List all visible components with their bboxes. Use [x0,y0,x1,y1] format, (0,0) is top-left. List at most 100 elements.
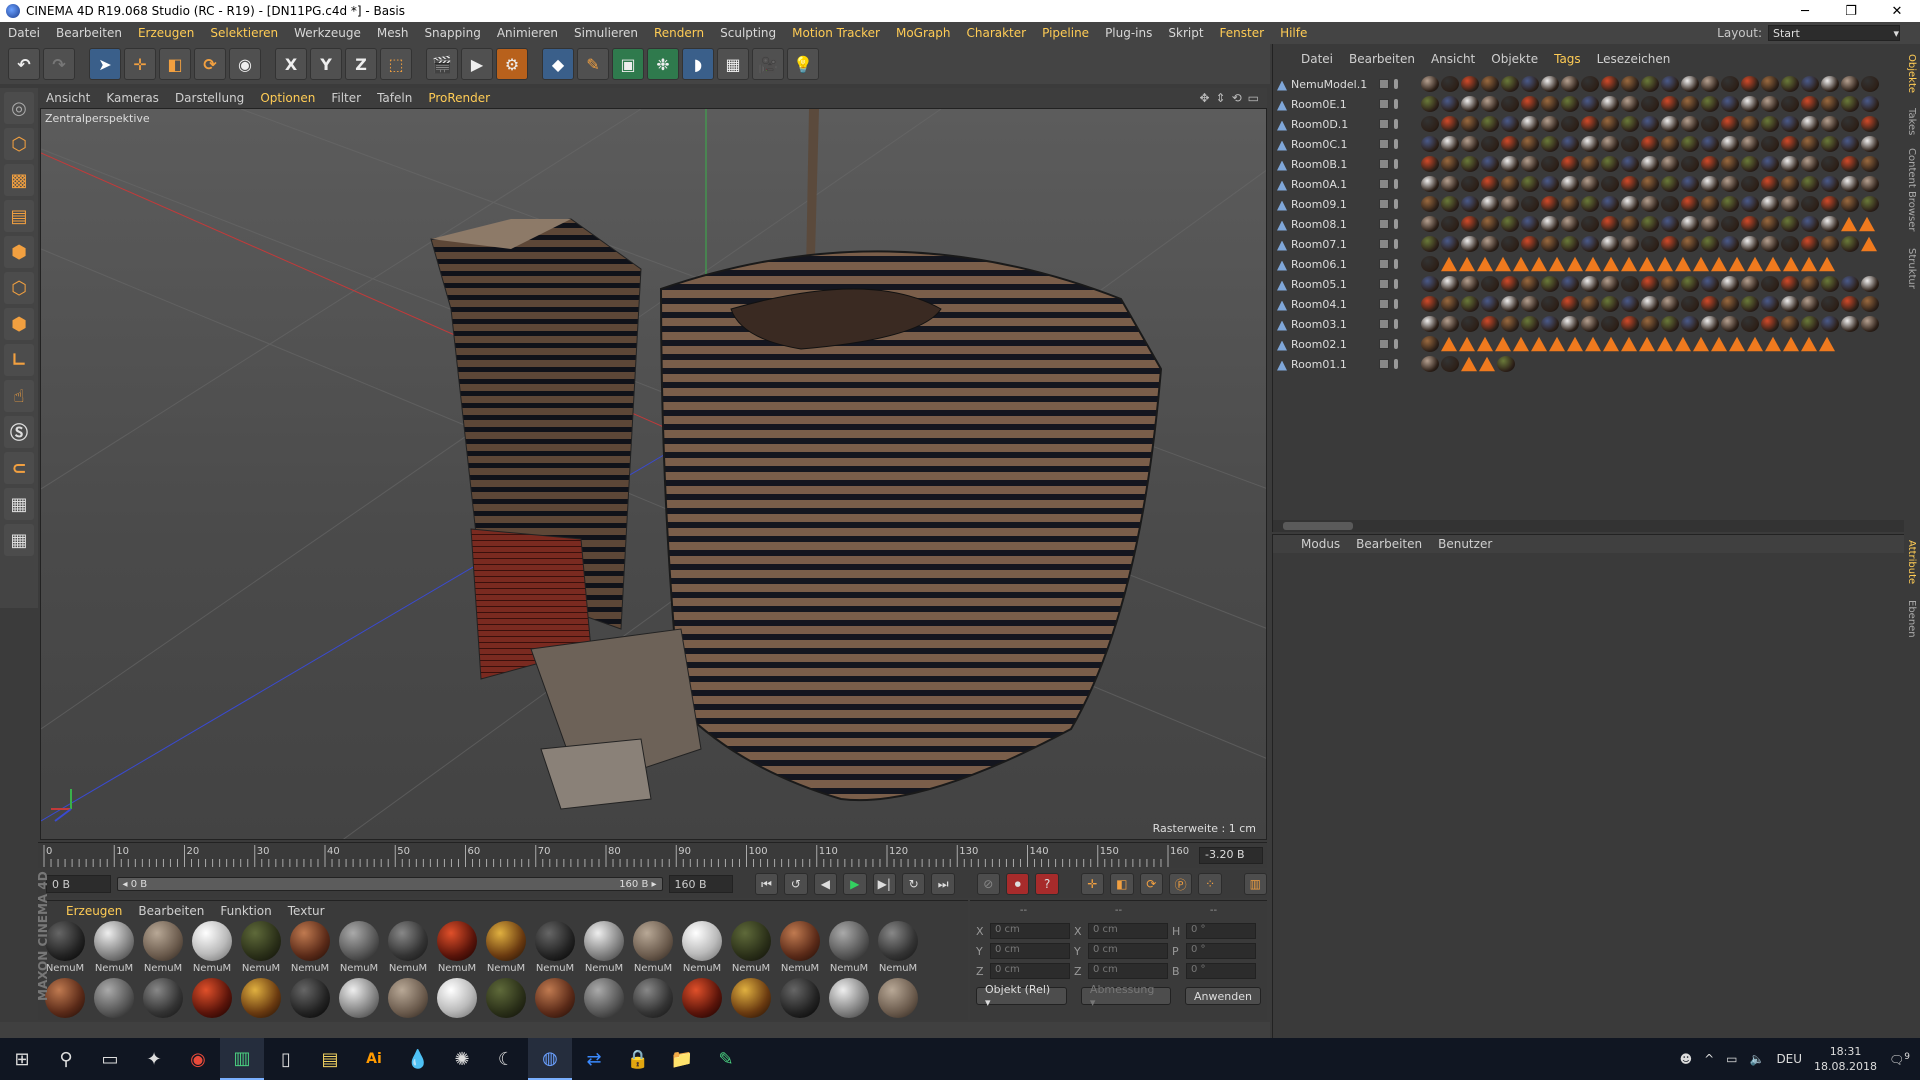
texture-tag-icon[interactable] [1581,276,1599,292]
texture-tag-icon[interactable] [1541,236,1559,252]
texture-tag-icon[interactable] [1581,176,1599,192]
visibility-dots-icon[interactable] [1394,299,1398,309]
texture-tag-icon[interactable] [1441,196,1459,212]
vp-menu-ansicht[interactable]: Ansicht [38,91,98,105]
uvw-tag-icon[interactable] [1585,336,1601,352]
current-frame-field[interactable]: -3.20 B [1199,847,1263,864]
position-z-field[interactable]: 0 cm [990,963,1070,979]
texture-tag-icon[interactable] [1661,136,1679,152]
texture-tag-icon[interactable] [1821,136,1839,152]
app-icon[interactable]: ☾ [484,1038,528,1080]
texture-tag-icon[interactable] [1641,136,1659,152]
texture-tag-icon[interactable] [1421,96,1439,112]
uvw-tag-icon[interactable] [1765,336,1781,352]
texture-tag-icon[interactable] [1821,96,1839,112]
texture-tag-icon[interactable] [1641,296,1659,312]
menu-bearbeiten[interactable]: Bearbeiten [48,26,130,40]
texture-tag-icon[interactable] [1721,156,1739,172]
key-rotation-icon[interactable]: ⟳ [1139,873,1163,895]
object-visibility-toggles[interactable] [1373,259,1417,269]
size-x-field[interactable]: 0 cm [1088,923,1168,939]
visibility-dots-icon[interactable] [1394,339,1398,349]
texture-tag-icon[interactable] [1681,276,1699,292]
om-menu-datei[interactable]: Datei [1293,52,1341,66]
texture-tag-icon[interactable] [1621,196,1639,212]
texture-tag-icon[interactable] [1601,156,1619,172]
layer-icon[interactable] [1379,299,1389,309]
layout-dropdown[interactable]: Start ▾ [1768,25,1900,41]
texture-tag-icon[interactable] [1561,316,1579,332]
mat-menu-bearbeiten[interactable]: Bearbeiten [130,904,212,918]
layer-icon[interactable] [1379,119,1389,129]
texture-tag-icon[interactable] [1521,276,1539,292]
texture-tag-icon[interactable] [1441,136,1459,152]
texture-tag-icon[interactable] [1481,296,1499,312]
texture-tag-icon[interactable] [1421,276,1439,292]
texture-tag-icon[interactable] [1581,236,1599,252]
texture-tag-icon[interactable] [1421,236,1439,252]
position-y-field[interactable]: 0 cm [990,943,1070,959]
material-swatch[interactable]: NemuM [91,921,137,974]
pen-spline-icon[interactable]: ✎ [577,48,609,80]
texture-tag-icon[interactable] [1441,216,1459,232]
texture-tag-icon[interactable] [1741,276,1759,292]
object-name[interactable]: Room05.1 [1273,278,1373,291]
texture-tag-icon[interactable] [1721,276,1739,292]
texture-tag-icon[interactable] [1841,196,1859,212]
preview-range-slider[interactable]: ◂ 0 B 160 B ▸ [116,877,663,891]
texture-tag-icon[interactable] [1701,116,1719,132]
mat-menu-funktion[interactable]: Funktion [212,904,279,918]
material-swatch[interactable] [238,978,284,1018]
uvw-tag-icon[interactable] [1603,336,1619,352]
material-swatch[interactable]: NemuM [826,921,872,974]
object-row[interactable]: Room05.1 [1273,274,1908,294]
texture-tag-icon[interactable] [1721,116,1739,132]
tab-struktur[interactable]: Struktur [1906,248,1917,289]
texture-tag-icon[interactable] [1581,116,1599,132]
uvw-tag-icon[interactable] [1441,336,1457,352]
texture-mode-icon[interactable]: ▩ [4,164,34,196]
model-mode-icon[interactable]: ⬡ [4,128,34,160]
visibility-dots-icon[interactable] [1394,319,1398,329]
chrome-icon[interactable]: ◉ [176,1038,220,1080]
layer-icon[interactable] [1379,279,1389,289]
texture-tag-icon[interactable] [1841,276,1859,292]
object-row[interactable]: Room04.1 [1273,294,1908,314]
texture-tag-icon[interactable] [1561,196,1579,212]
timeline-window-icon[interactable]: ▥ [1243,873,1268,895]
record-icon[interactable]: ⏺ [1006,873,1030,895]
end-frame-field[interactable]: 160 B [668,875,734,893]
select-arrow-icon[interactable]: ➤ [89,48,121,80]
texture-tag-icon[interactable] [1541,316,1559,332]
texture-tag-icon[interactable] [1801,96,1819,112]
texture-tag-icon[interactable] [1601,136,1619,152]
texture-tag-icon[interactable] [1821,176,1839,192]
key-pla-icon[interactable]: ⁘ [1198,873,1222,895]
menu-hilfe[interactable]: Hilfe [1272,26,1315,40]
tab-attribute[interactable]: Attribute [1906,540,1917,584]
uvw-tag-icon[interactable] [1657,256,1673,272]
texture-tag-icon[interactable] [1841,316,1859,332]
object-visibility-toggles[interactable] [1373,279,1417,289]
texture-tag-icon[interactable] [1541,176,1559,192]
texture-tag-icon[interactable] [1861,96,1879,112]
app-icon[interactable]: ✦ [132,1038,176,1080]
texture-tag-icon[interactable] [1561,176,1579,192]
texture-tag-icon[interactable] [1521,116,1539,132]
clock[interactable]: 18:31 18.08.2018 [1814,1044,1877,1074]
texture-tag-icon[interactable] [1821,76,1839,92]
texture-tag-icon[interactable] [1541,96,1559,112]
texture-tag-icon[interactable] [1461,296,1479,312]
texture-tag-icon[interactable] [1621,116,1639,132]
workplane-lock-icon[interactable]: ▦ [4,488,34,520]
uvw-tag-icon[interactable] [1479,356,1495,372]
next-frame-icon[interactable]: ▶| [872,873,896,895]
texture-tag-icon[interactable] [1741,116,1759,132]
visibility-dots-icon[interactable] [1394,279,1398,289]
app-icon[interactable]: 🔒 [616,1038,660,1080]
object-visibility-toggles[interactable] [1373,159,1417,169]
render-settings-icon[interactable]: ⚙ [496,48,528,80]
size-y-field[interactable]: 0 cm [1088,943,1168,959]
texture-tag-icon[interactable] [1621,316,1639,332]
redo-icon[interactable]: ↷ [43,48,75,80]
